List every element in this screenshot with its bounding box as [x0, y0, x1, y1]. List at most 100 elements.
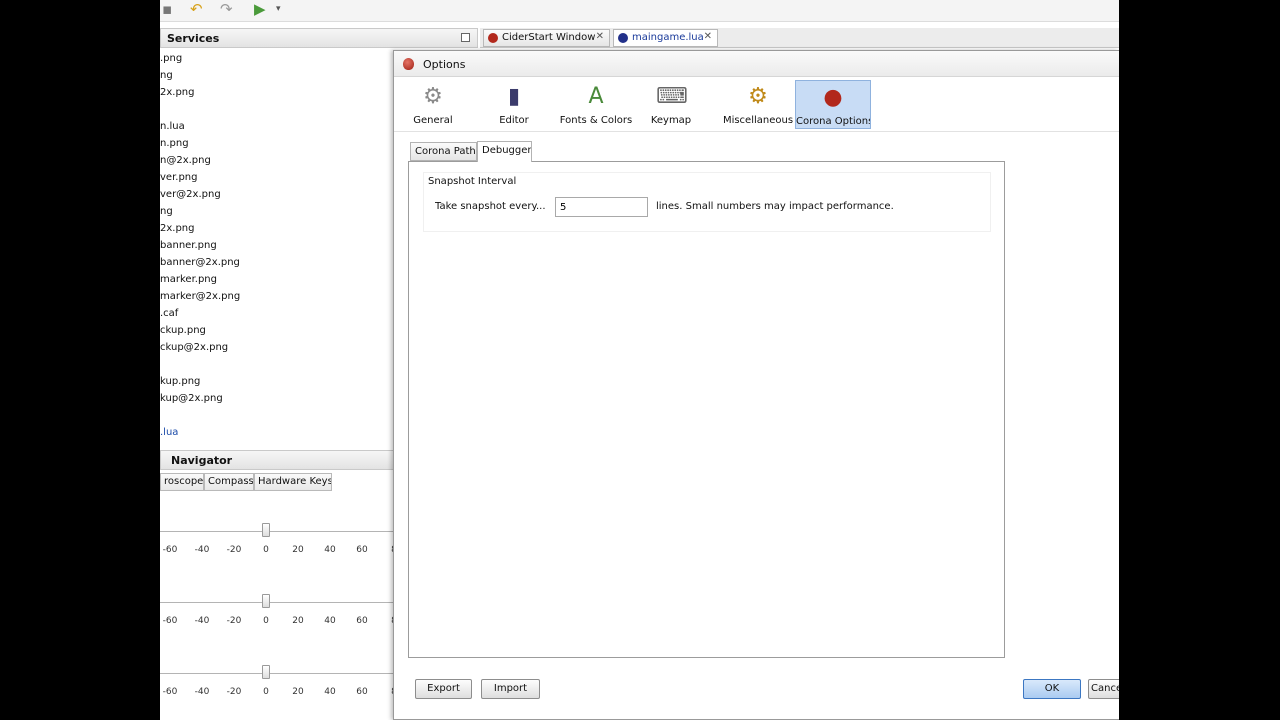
tick-label: 60 [356, 545, 368, 555]
category-label: Corona Options [796, 116, 870, 127]
tab-maingame-lua[interactable]: maingame.lua ✕ [613, 29, 718, 47]
slider-thumb[interactable] [262, 523, 270, 537]
tick-label: -40 [194, 687, 210, 697]
chevron-down-icon[interactable]: ▾ [276, 1, 281, 17]
file-item[interactable] [160, 357, 392, 372]
file-item[interactable]: ng [160, 204, 392, 219]
tick-label: 60 [356, 616, 368, 626]
tick-label: 0 [263, 545, 269, 555]
file-item[interactable]: n@2x.png [160, 153, 392, 168]
tick-label: 0 [263, 616, 269, 626]
editor-book-icon: ▮ [507, 84, 521, 109]
snapshot-interval-input[interactable] [555, 197, 648, 217]
save-icon[interactable]: ▪ [162, 1, 172, 17]
snapshot-interval-group: Snapshot Interval Take snapshot every...… [423, 172, 991, 232]
slider-thumb[interactable] [262, 594, 270, 608]
tab-debugger[interactable]: Debugger [477, 141, 532, 162]
category-general[interactable]: ⚙ General [403, 80, 463, 129]
category-fonts-colors[interactable]: A Fonts & Colors [556, 80, 636, 129]
tab-compass[interactable]: Compass [204, 473, 254, 491]
tick-label: -20 [226, 616, 242, 626]
ide-window: ▪ ↶ ↷ ▶ ▾ Services CiderStart Window ✕ m… [160, 0, 1119, 720]
file-item[interactable]: 2x.png [160, 85, 392, 100]
close-icon[interactable]: ✕ [704, 31, 712, 42]
dialog-titlebar[interactable]: Options [394, 51, 1119, 77]
file-item[interactable] [160, 102, 392, 117]
tab-hardware-keys[interactable]: Hardware Keys [254, 473, 332, 491]
services-title: Services [167, 32, 220, 45]
file-item[interactable]: n.lua [160, 119, 392, 134]
tick-label: -20 [226, 545, 242, 555]
tab-corona-path[interactable]: Corona Path [410, 142, 477, 161]
tab-label: maingame.lua [632, 32, 704, 43]
close-icon[interactable]: ✕ [596, 31, 604, 42]
slider-track [160, 531, 394, 532]
tick-label: -60 [162, 545, 178, 555]
file-item[interactable]: ckup@2x.png [160, 340, 392, 355]
navigator-panel-header: Navigator [160, 450, 394, 470]
undo-icon[interactable]: ↶ [190, 1, 203, 17]
corona-icon [403, 58, 414, 70]
redo-icon[interactable]: ↷ [220, 1, 233, 17]
tab-gyroscope[interactable]: roscope [160, 473, 204, 491]
tick-label: 20 [292, 545, 304, 555]
minimize-icon[interactable] [461, 33, 470, 42]
file-item[interactable]: kup@2x.png [160, 391, 392, 406]
slider-z: -60 -40 -20 0 20 40 60 8 [160, 660, 397, 700]
file-list: .png ng 2x.png n.lua n.png n@2x.png ver.… [160, 51, 392, 443]
file-item[interactable] [160, 408, 392, 423]
snapshot-hint: lines. Small numbers may impact performa… [656, 201, 894, 212]
file-item[interactable]: banner.png [160, 238, 392, 253]
file-item[interactable]: marker.png [160, 272, 392, 287]
slider-y: -60 -40 -20 0 20 40 60 8 [160, 589, 397, 629]
category-keymap[interactable]: ⌨ Keymap [646, 80, 696, 129]
file-item[interactable]: banner@2x.png [160, 255, 392, 270]
file-item[interactable]: ver.png [160, 170, 392, 185]
slider-thumb[interactable] [262, 665, 270, 679]
file-item[interactable]: 2x.png [160, 221, 392, 236]
tick-label: 40 [324, 616, 336, 626]
services-panel-header: Services [160, 28, 478, 48]
options-sub-tabs: Corona Path Debugger [410, 141, 810, 162]
category-label: Fonts & Colors [559, 115, 633, 126]
category-label: General [413, 115, 453, 126]
category-label: Editor [499, 115, 529, 126]
category-corona-options[interactable]: ● Corona Options [795, 80, 871, 129]
category-bar: ⚙ General ▮ Editor A Fonts & Colors ⌨ Ke… [394, 78, 1119, 132]
cancel-button[interactable]: Cancel [1088, 679, 1119, 699]
file-item[interactable]: marker@2x.png [160, 289, 392, 304]
file-item[interactable]: .lua [160, 425, 392, 440]
tick-label: -20 [226, 687, 242, 697]
category-editor[interactable]: ▮ Editor [489, 80, 539, 129]
import-button[interactable]: Import [481, 679, 540, 699]
tab-ciderstart-window[interactable]: CiderStart Window ✕ [483, 29, 610, 47]
slider-track [160, 602, 394, 603]
tab-label: CiderStart Window [502, 32, 596, 43]
tick-label: -60 [162, 687, 178, 697]
export-button[interactable]: Export [415, 679, 472, 699]
file-item[interactable]: n.png [160, 136, 392, 151]
lua-file-icon [618, 33, 628, 43]
debugger-settings-panel: Snapshot Interval Take snapshot every...… [408, 161, 1005, 658]
file-item[interactable]: ng [160, 68, 392, 83]
file-item[interactable]: ver@2x.png [160, 187, 392, 202]
corona-icon [488, 33, 498, 43]
category-label: Miscellaneous [722, 115, 794, 126]
file-item[interactable]: kup.png [160, 374, 392, 389]
tick-label: 20 [292, 616, 304, 626]
file-item[interactable]: .png [160, 51, 392, 66]
category-label: Keymap [650, 115, 692, 126]
tick-label: -40 [194, 545, 210, 555]
file-item[interactable]: .caf [160, 306, 392, 321]
tick-label: 0 [263, 687, 269, 697]
file-item[interactable]: ckup.png [160, 323, 392, 338]
snapshot-label: Take snapshot every... [435, 201, 546, 212]
ok-button[interactable]: OK [1023, 679, 1081, 699]
category-miscellaneous[interactable]: ⚙ Miscellaneous [716, 80, 800, 129]
main-toolbar: ▪ ↶ ↷ ▶ ▾ [160, 0, 1119, 22]
fonts-colors-icon: A [588, 84, 604, 109]
navigator-title: Navigator [171, 454, 233, 467]
slider-track [160, 673, 394, 674]
run-icon[interactable]: ▶ [254, 1, 266, 17]
tick-label: -60 [162, 616, 178, 626]
